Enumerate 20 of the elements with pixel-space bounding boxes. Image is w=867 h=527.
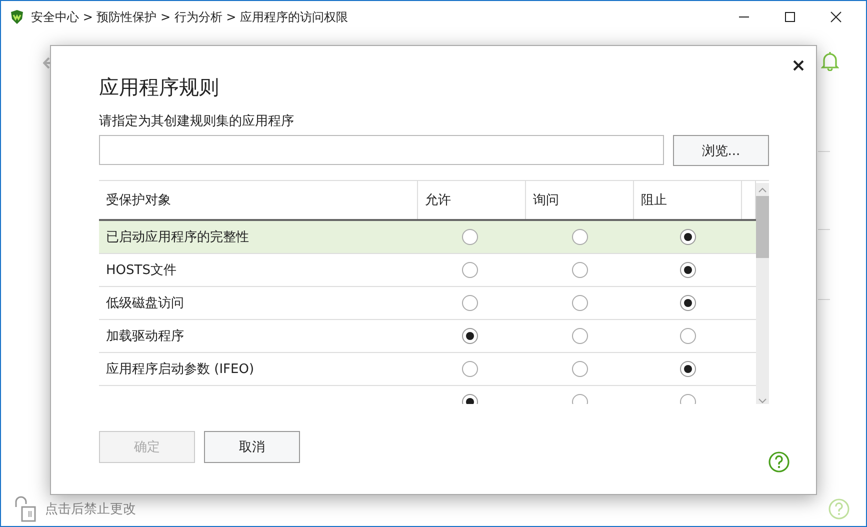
table-row[interactable]: 已启动应用程序的完整性 — [99, 221, 756, 254]
protected-object-name: 应用程序启动参数 (IFEO) — [106, 361, 254, 378]
field-label: 请指定为其创建规则集的应用程序 — [99, 113, 295, 130]
browse-button[interactable]: 浏览... — [673, 135, 769, 166]
table-row[interactable]: 加载驱动程序 — [99, 320, 756, 353]
lock-label[interactable]: 点击后禁止更改 — [45, 500, 136, 518]
table-row[interactable]: 低级磁盘访问 — [99, 287, 756, 320]
column-header: 受保护对象 — [99, 181, 418, 219]
protected-object-name: 低级磁盘访问 — [106, 295, 184, 312]
cancel-button[interactable]: 取消 — [204, 431, 300, 463]
table-row[interactable]: HOSTS文件 — [99, 254, 756, 287]
dialog-title: 应用程序规则 — [99, 74, 220, 101]
column-header: 阻止 — [634, 181, 742, 219]
protected-object-name: 已启动应用程序的完整性 — [106, 229, 249, 246]
table-row[interactable]: 应用程序启动参数 (IFEO) — [99, 353, 756, 386]
column-header: 允许 — [418, 181, 526, 219]
protected-object-name: 加载驱动程序 — [106, 328, 184, 345]
protected-object-name: HOSTS文件 — [106, 262, 176, 279]
column-header: 询问 — [526, 181, 634, 219]
window-title: 安全中心 > 预防性保护 > 行为分析 > 应用程序的访问权限 — [31, 8, 348, 26]
